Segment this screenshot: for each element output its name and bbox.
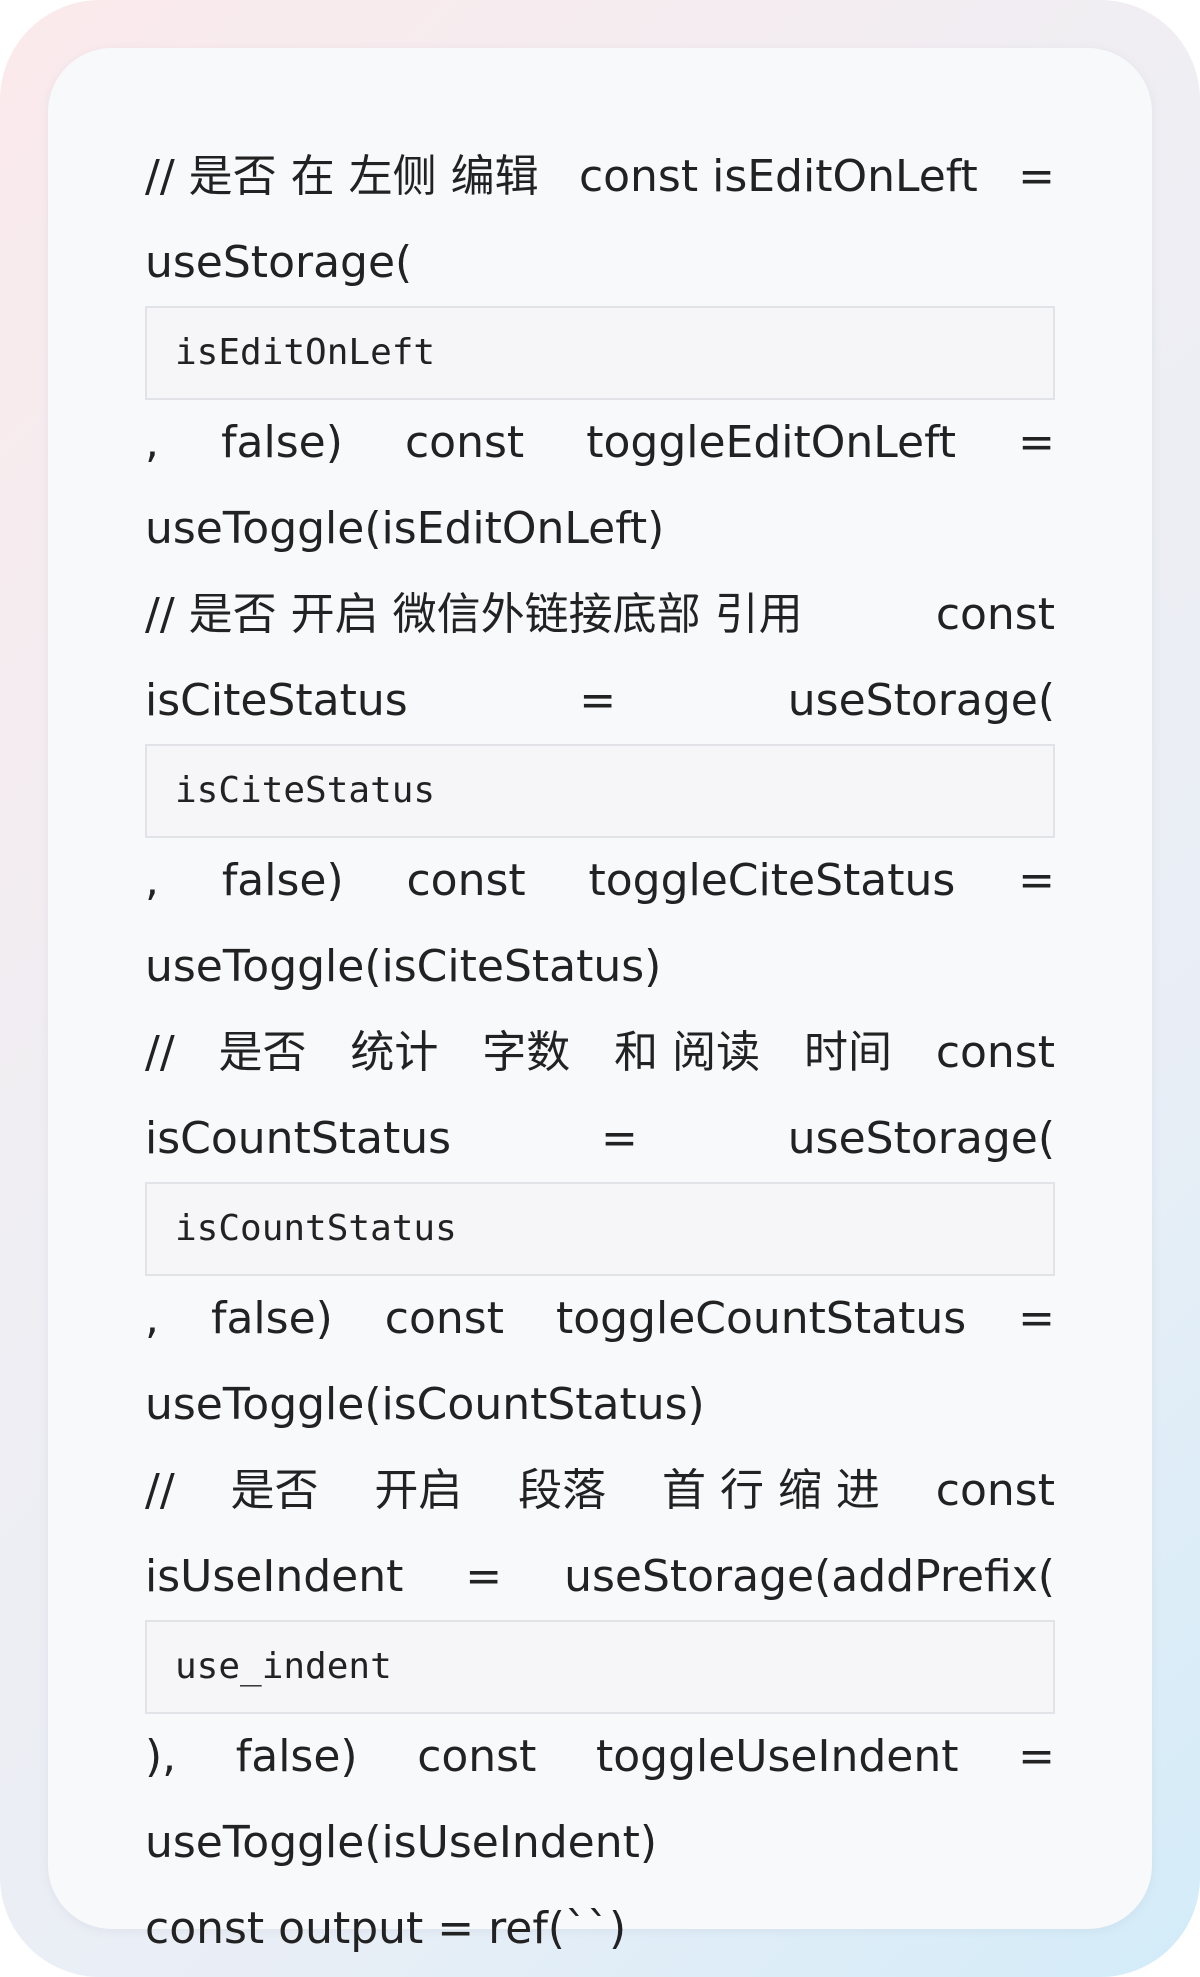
text-word: 统计 (350, 1027, 439, 1078)
text-word: 首 行 缩 进 (661, 1465, 880, 1516)
text-word: 开启 (374, 1465, 463, 1516)
text-word: toggleEditOnLeft (586, 417, 957, 468)
inline-code-block: isCiteStatus (145, 744, 1055, 838)
text-word: // 是否 在 左侧 编辑 (145, 151, 539, 202)
text-word: = (1018, 855, 1055, 906)
text-word: = (1018, 151, 1055, 202)
text-word: 时间 (803, 1027, 892, 1078)
text-line: useToggle(isCountStatus) (145, 1362, 1055, 1448)
text-line: isCountStatus = useStorage( (145, 1096, 1055, 1182)
text-word: = (600, 1113, 638, 1164)
text-line: // 是否 统计 字数和 阅读 时间 const (145, 1010, 1055, 1096)
text-word: = (1018, 1293, 1055, 1344)
text-line: // 是否 开启 段落 首 行 缩 进 const (145, 1448, 1055, 1534)
text-word: = (1018, 1731, 1055, 1782)
text-word: isUseIndent (145, 1551, 404, 1602)
text-word: = (1018, 417, 1055, 468)
text-line: ), false) const toggleUseIndent = (145, 1714, 1055, 1800)
inline-code-block: use_indent (145, 1620, 1055, 1714)
text-word: isCiteStatus (145, 675, 408, 726)
text-word: useToggle(isEditOnLeft) (145, 503, 665, 554)
text-line: // 是否 在 左侧 编辑 const isEditOnLeft = (145, 134, 1055, 220)
text-word: 是否 (218, 1027, 307, 1078)
inline-code-block: isEditOnLeft (145, 306, 1055, 400)
text-line: , false) const toggleCiteStatus = (145, 838, 1055, 924)
text-word: const (404, 417, 525, 468)
text-word: , (145, 855, 159, 906)
text-word: isCountStatus (145, 1113, 452, 1164)
text-word: // (145, 1465, 175, 1516)
text-word: const (384, 1293, 504, 1344)
text-line: , false) const toggleCountStatus = (145, 1276, 1055, 1362)
text-word: , (145, 1293, 159, 1344)
text-line: isCiteStatus = useStorage( (145, 658, 1055, 744)
text-line: useStorage( (145, 220, 1055, 306)
text-word: const (417, 1731, 537, 1782)
text-word: = (465, 1551, 503, 1602)
text-line: , false) const toggleEditOnLeft = (145, 400, 1055, 486)
text-word: false) (235, 1731, 358, 1782)
text-word: const (935, 589, 1055, 640)
text-line: useToggle(isUseIndent) (145, 1800, 1055, 1886)
text-word: toggleCiteStatus (588, 855, 956, 906)
text-word: useToggle(isCiteStatus) (145, 941, 662, 992)
text-word: useStorage( (145, 237, 413, 288)
text-word: 字数 (482, 1027, 571, 1078)
text-word: useToggle(isCountStatus) (145, 1379, 705, 1430)
text-word: const (935, 1465, 1055, 1516)
text-word: useStorage( (787, 675, 1055, 726)
text-line: // 是否 开启 微信外链接底部 引用 const (145, 572, 1055, 658)
outer-frame: // 是否 在 左侧 编辑 const isEditOnLeft = useStora… (0, 0, 1200, 1977)
text-word: 和 阅读 (614, 1027, 761, 1078)
text-word: = (579, 675, 617, 726)
code-text-content: // 是否 在 左侧 编辑 const isEditOnLeft = useStora… (145, 134, 1055, 1972)
text-word: useToggle(isUseIndent) (145, 1817, 658, 1868)
text-line: useToggle(isEditOnLeft) (145, 486, 1055, 572)
text-word: false) (221, 855, 344, 906)
text-word: false) (210, 1293, 333, 1344)
text-word: const (406, 855, 526, 906)
inline-code-block: isCountStatus (145, 1182, 1055, 1276)
text-word: const isEditOnLeft (578, 151, 978, 202)
text-word: const (935, 1027, 1055, 1078)
text-word: ), (145, 1731, 177, 1782)
text-word: // (145, 1027, 175, 1078)
text-word: , (145, 417, 159, 468)
text-word: toggleCountStatus (555, 1293, 967, 1344)
text-word: useStorage(addPrefix( (564, 1551, 1055, 1602)
text-word: 段落 (518, 1465, 607, 1516)
final-code-line: const output = ref(``) (145, 1903, 627, 1954)
text-word: toggleUseIndent (595, 1731, 959, 1782)
text-line: isUseIndent = useStorage(addPrefix( (145, 1534, 1055, 1620)
text-line: useToggle(isCiteStatus) (145, 924, 1055, 1010)
text-word: 是否 (230, 1465, 319, 1516)
text-word: useStorage( (787, 1113, 1055, 1164)
text-word: // 是否 开启 微信外链接底部 引用 (145, 589, 803, 640)
text-word: false) (221, 417, 343, 468)
content-card: // 是否 在 左侧 编辑 const isEditOnLeft = useStora… (48, 48, 1152, 1954)
